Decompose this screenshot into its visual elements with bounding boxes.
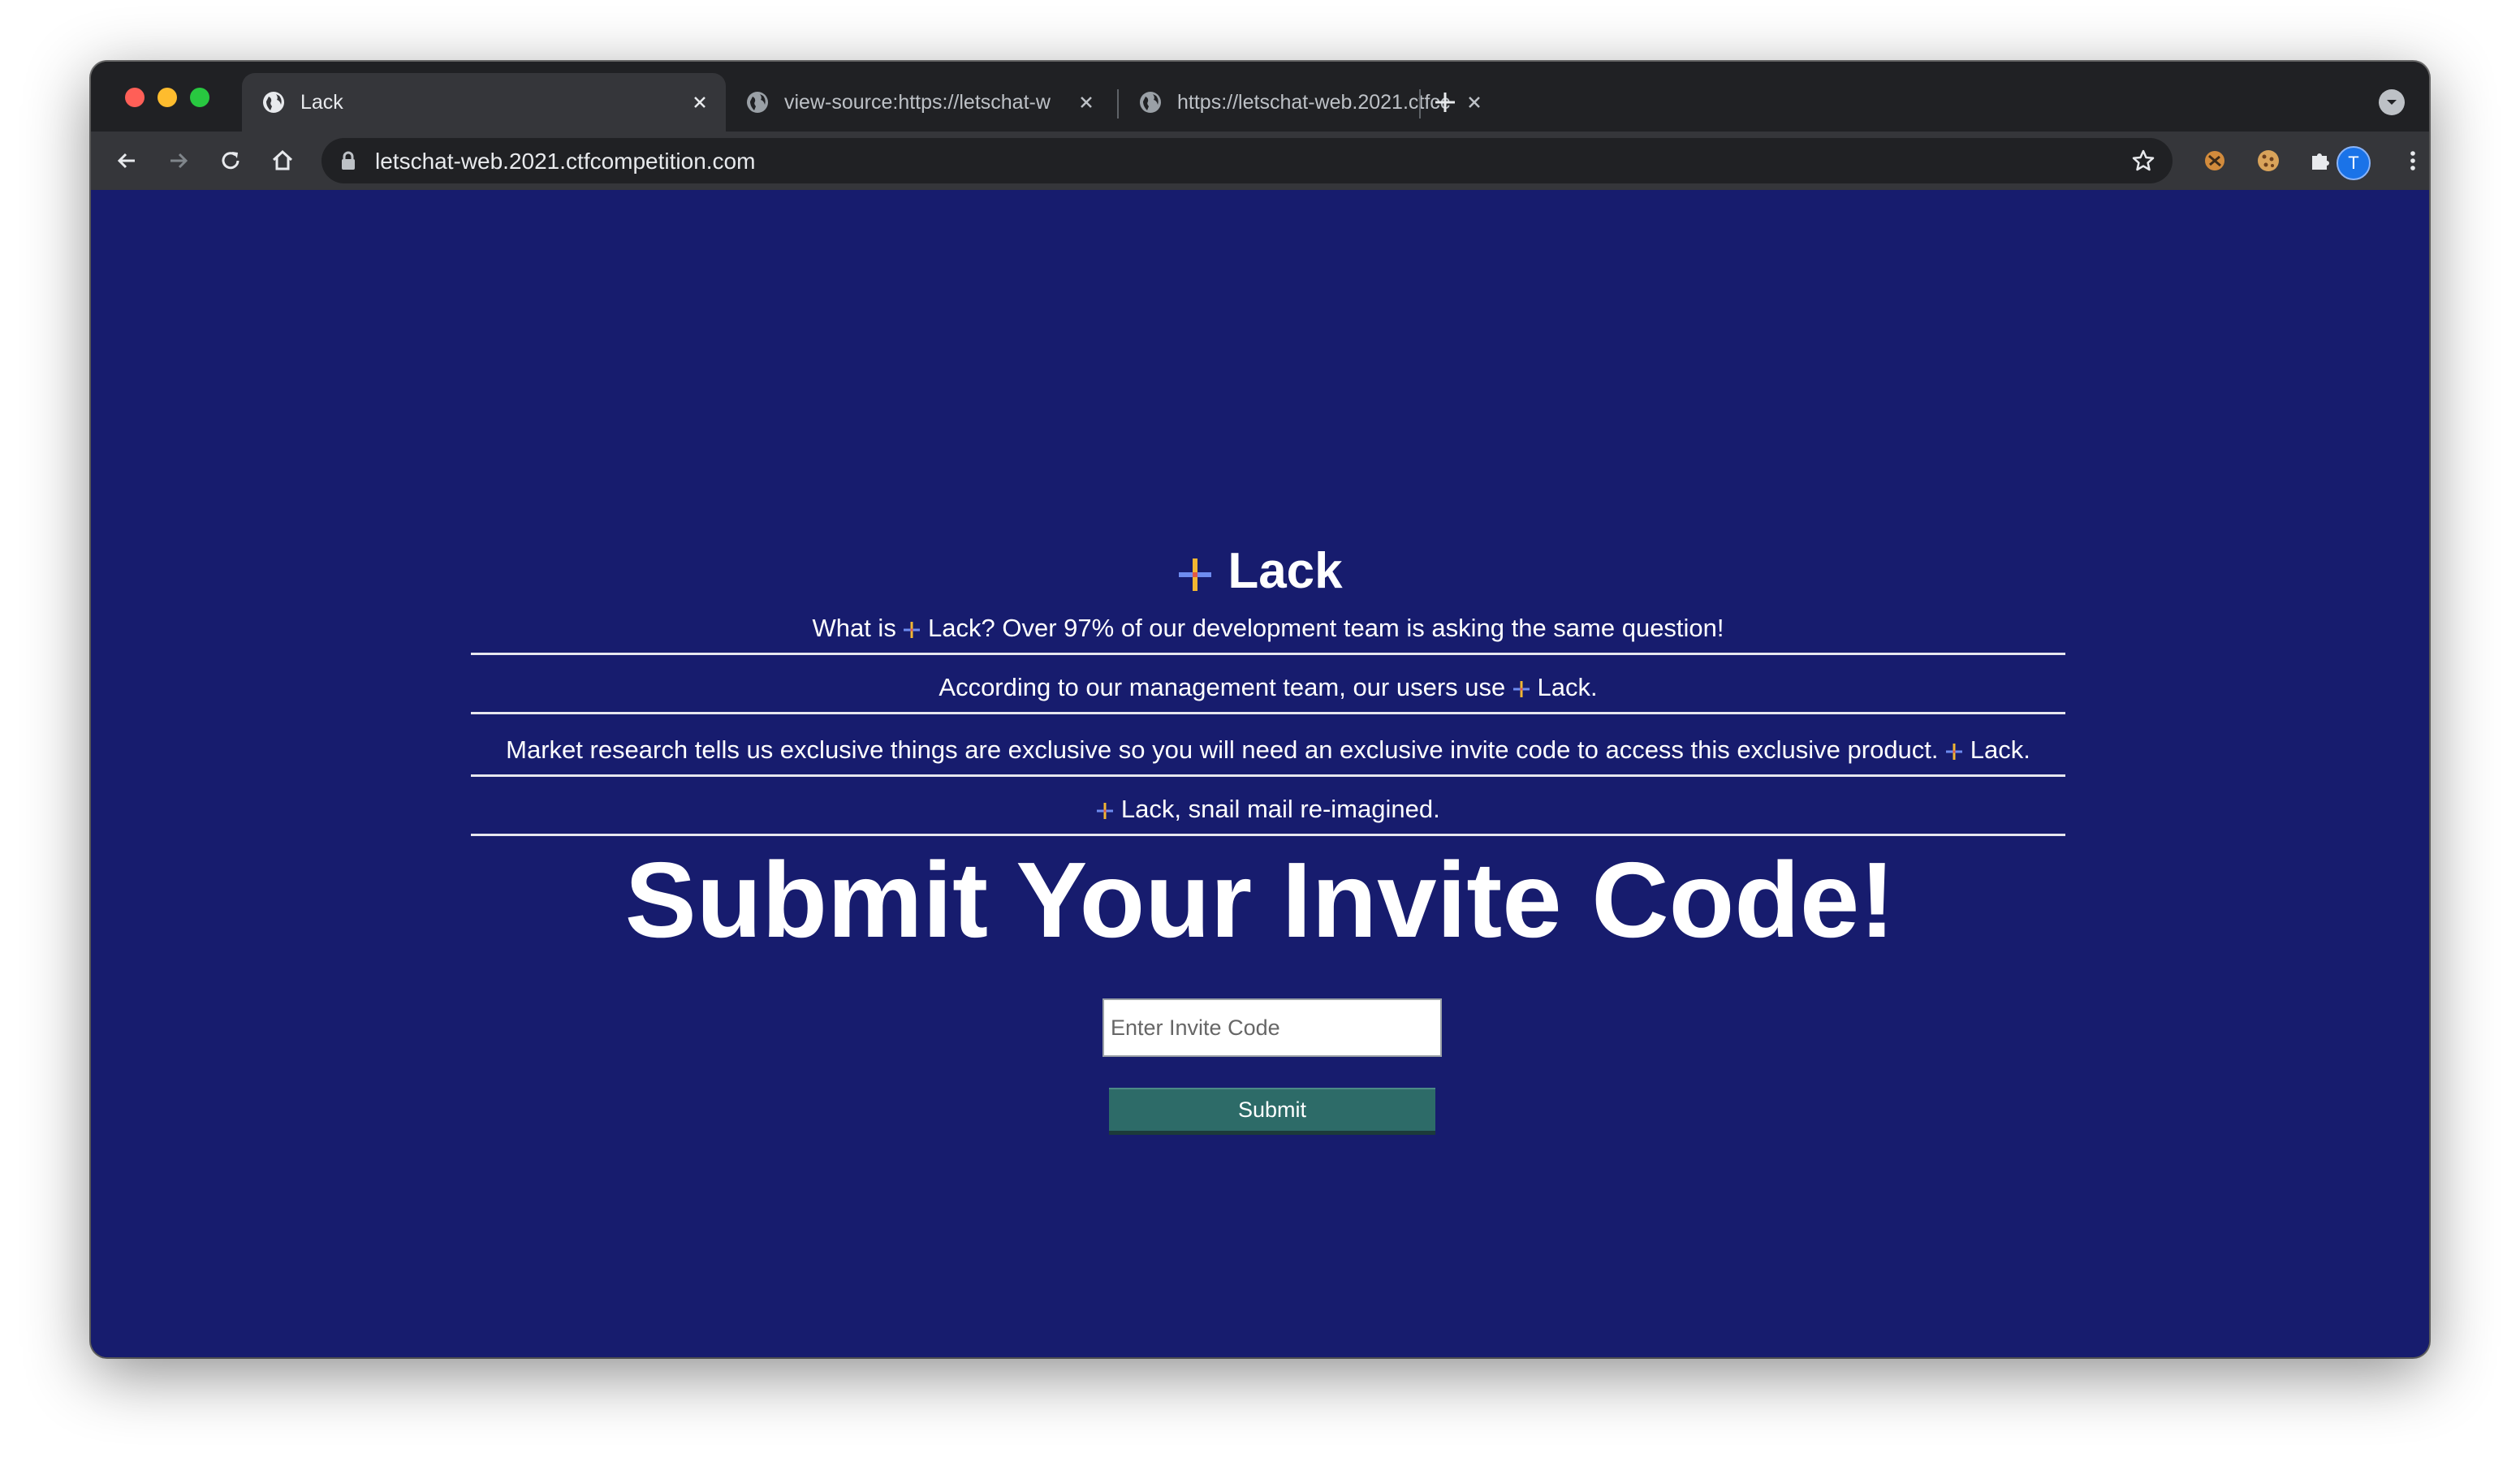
close-tab-icon[interactable] xyxy=(1463,91,1486,114)
extensions-menu-button[interactable] xyxy=(2304,144,2337,177)
marketing-lines: What is Lack? Over 97% of our developmen… xyxy=(471,612,2065,836)
brand-name: Lack xyxy=(1228,543,1343,599)
invite-code-input[interactable] xyxy=(1102,998,1442,1057)
cookie-extension-button[interactable] xyxy=(2252,144,2285,177)
divider xyxy=(471,653,2065,655)
close-window-button[interactable] xyxy=(125,88,145,107)
lack-logo-icon xyxy=(1512,680,1530,698)
star-icon[interactable] xyxy=(2130,148,2156,174)
lack-logo-icon xyxy=(1945,743,1963,761)
url-text[interactable]: letschat-web.2021.ctfcompetition.com xyxy=(375,149,755,175)
maximize-window-button[interactable] xyxy=(190,88,209,107)
submit-button[interactable]: Submit xyxy=(1109,1088,1435,1135)
reload-button[interactable] xyxy=(214,144,247,177)
browser-window: Lack view-source:https://letschat-w http… xyxy=(91,62,2429,1357)
new-tab-button[interactable] xyxy=(1430,88,1460,117)
page-title: Submit Your Invite Code! xyxy=(624,840,1896,959)
marketing-line: According to our management team, our us… xyxy=(939,673,1598,701)
tab-lack[interactable]: Lack xyxy=(242,73,726,132)
toolbar: letschat-web.2021.ctfcompetition.com T xyxy=(91,132,2429,190)
tab-title: view-source:https://letschat-w xyxy=(784,90,1051,114)
home-icon xyxy=(272,149,293,170)
extension-icon xyxy=(2205,151,2224,170)
page-content: Lack What is Lack? Over 97% of our devel… xyxy=(91,190,2429,1357)
browser-menu-button[interactable] xyxy=(2397,144,2429,177)
home-button[interactable] xyxy=(266,144,299,177)
tab-strip: Lack view-source:https://letschat-w http… xyxy=(91,62,2429,132)
tab-separator xyxy=(1419,89,1421,119)
globe-icon xyxy=(263,92,284,113)
lack-logo-icon xyxy=(1096,802,1114,820)
tab-search-button[interactable] xyxy=(2379,89,2405,115)
close-tab-icon[interactable] xyxy=(1075,91,1098,114)
puzzle-icon xyxy=(2312,153,2329,170)
chevron-down-icon xyxy=(2387,100,2397,105)
tab-title: Lack xyxy=(300,90,343,114)
divider xyxy=(471,712,2065,714)
close-tab-icon[interactable] xyxy=(688,91,711,114)
forward-button[interactable] xyxy=(162,144,195,177)
extension-button[interactable] xyxy=(2199,144,2231,177)
forward-icon xyxy=(170,153,188,169)
divider xyxy=(471,774,2065,777)
brand-header: Lack xyxy=(91,539,2429,604)
back-icon xyxy=(117,153,135,169)
marketing-line: Market research tells us exclusive thing… xyxy=(506,735,2030,764)
tab-title: https://letschat-web.2021.ctfcc xyxy=(1177,90,1451,114)
back-button[interactable] xyxy=(110,144,143,177)
lock-icon[interactable] xyxy=(339,151,357,170)
menu-icon xyxy=(2410,151,2415,170)
address-bar[interactable]: letschat-web.2021.ctfcompetition.com xyxy=(321,138,2173,183)
reload-icon xyxy=(222,152,239,170)
globe-icon xyxy=(747,92,768,113)
profile-avatar[interactable]: T xyxy=(2337,146,2371,180)
minimize-window-button[interactable] xyxy=(158,88,177,107)
tab-view-source[interactable]: view-source:https://letschat-w xyxy=(726,73,1112,132)
marketing-line: Lack, snail mail re-imagined. xyxy=(471,793,2065,829)
divider xyxy=(471,834,2065,836)
cookie-icon xyxy=(2258,150,2279,171)
marketing-line: What is Lack? Over 97% of our developmen… xyxy=(812,614,1724,642)
lack-logo-icon xyxy=(903,621,921,639)
globe-icon xyxy=(1140,92,1161,113)
lack-logo-icon xyxy=(1177,557,1213,593)
plus-icon xyxy=(1435,93,1455,112)
